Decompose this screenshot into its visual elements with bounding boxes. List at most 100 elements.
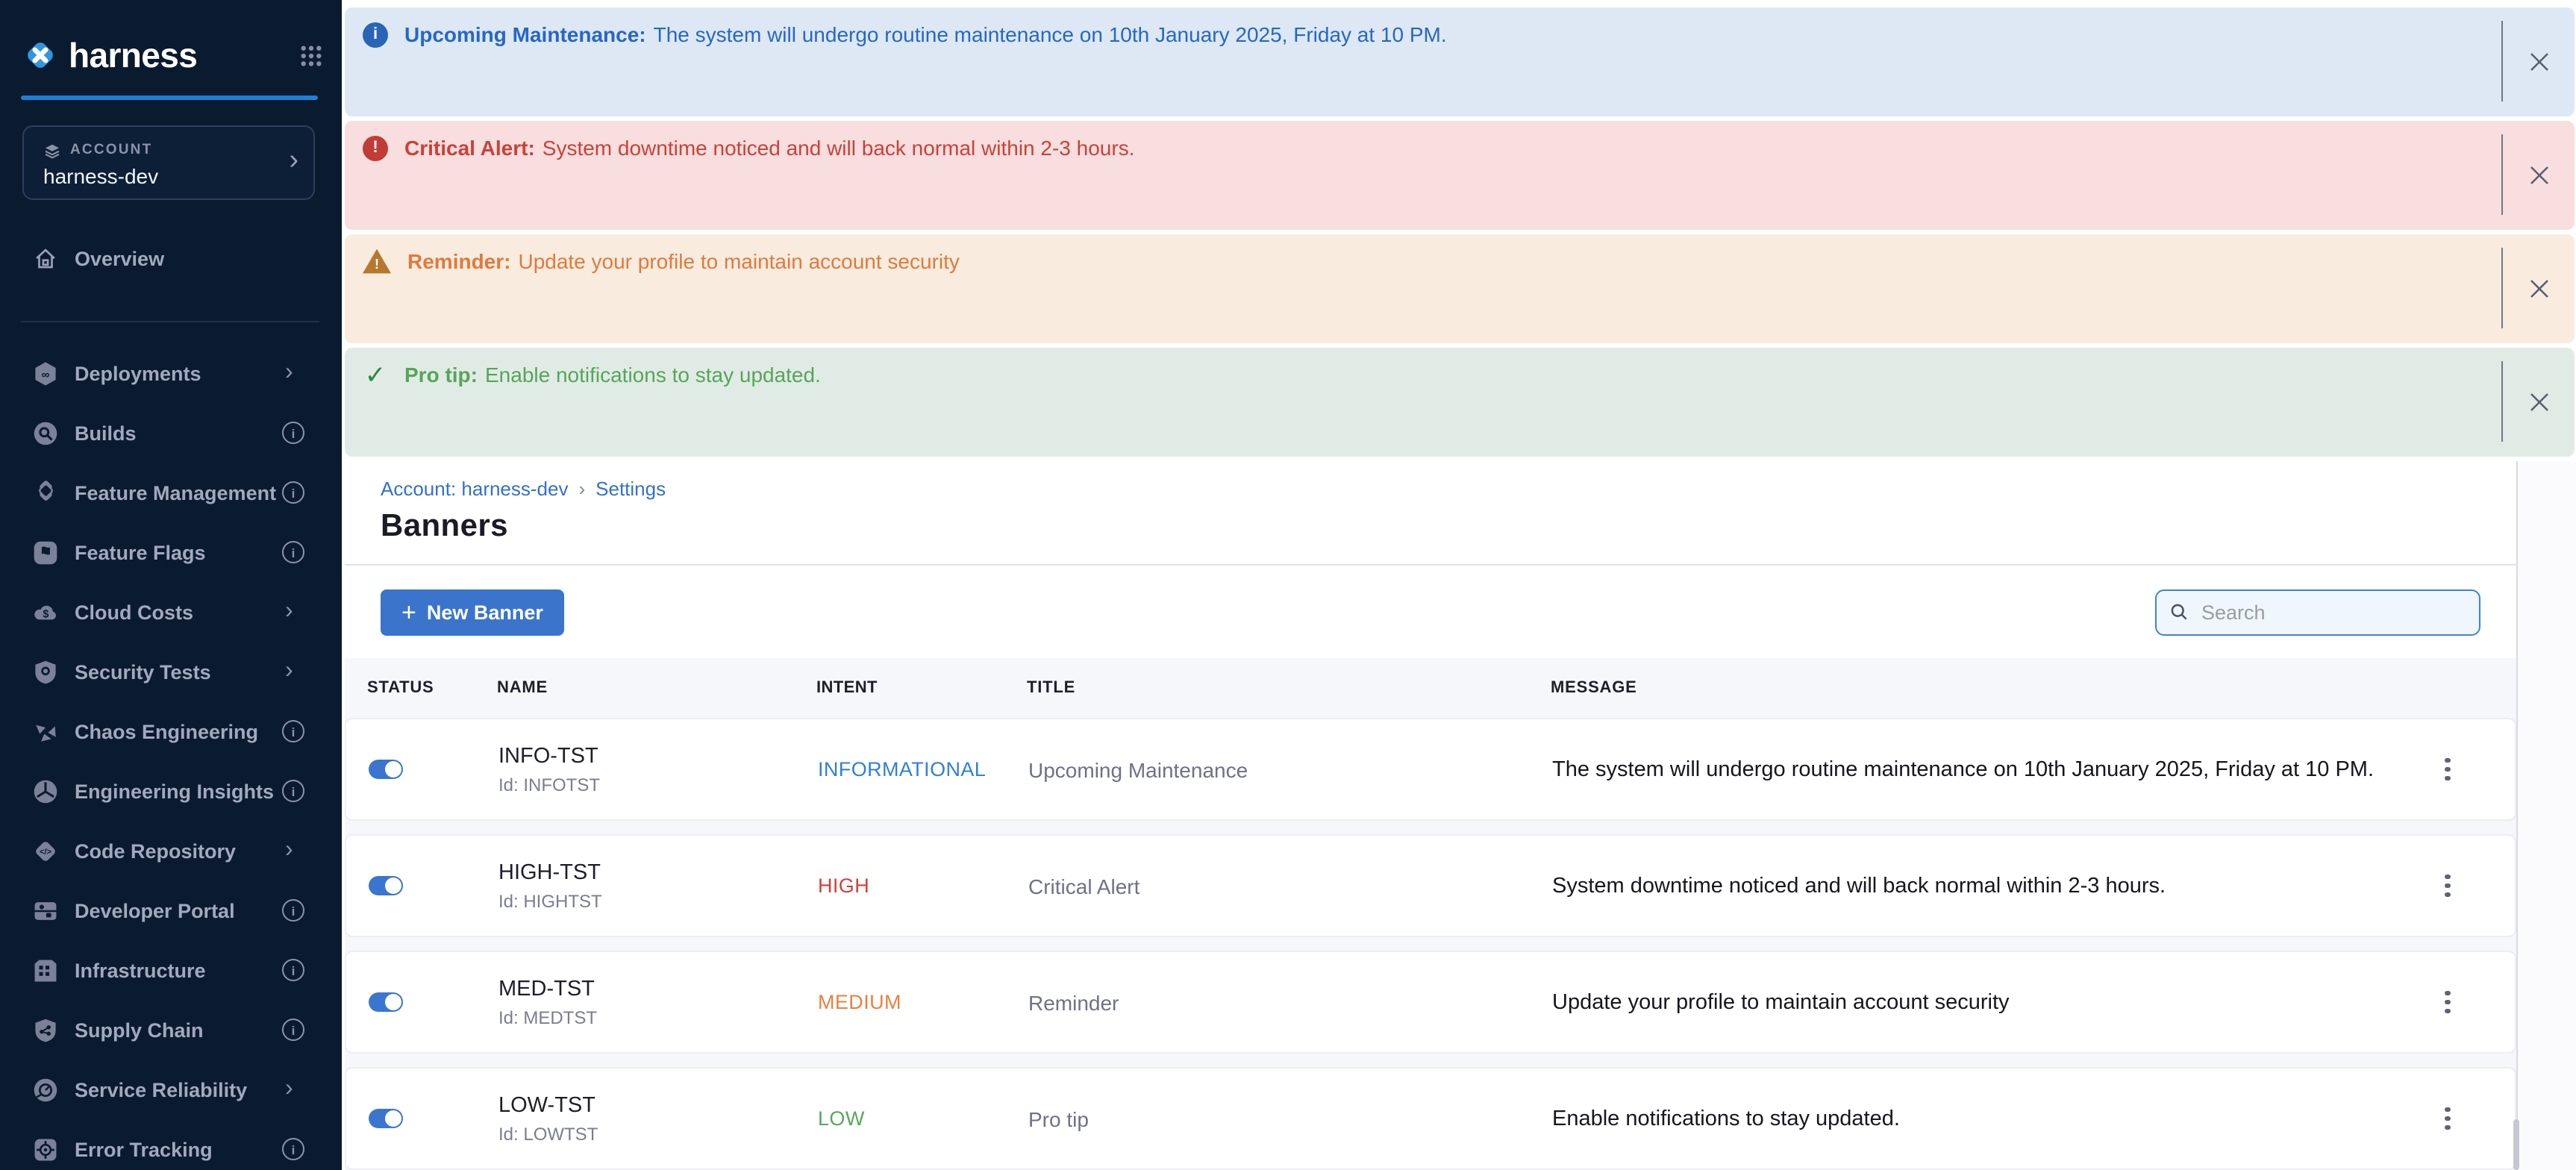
sidebar-item-chaos-engineering[interactable]: Chaos Engineering i (0, 701, 342, 761)
layers-icon (43, 140, 61, 158)
check-icon: ✓ (363, 362, 388, 387)
breadcrumb-account-link[interactable]: Account: harness-dev (381, 478, 568, 500)
alert-banner-success: ✓ Pro tip:Enable notifications to stay u… (345, 348, 2575, 457)
feature-flags-icon (33, 539, 58, 565)
sidebar-item-engineering-insights[interactable]: Engineering Insights i (0, 761, 342, 821)
alert-message: Update your profile to maintain account … (518, 249, 959, 273)
right-gutter (2518, 461, 2576, 1170)
table-row: MED-TST Id: MEDTST MEDIUM Reminder Updat… (345, 951, 2516, 1054)
close-icon[interactable] (2519, 269, 2558, 308)
column-header-status: STATUS (345, 679, 497, 697)
divider (2501, 361, 2503, 442)
info-icon[interactable]: i (282, 899, 304, 922)
banner-id: Id: HIGHTST (498, 889, 818, 913)
sidebar-item-developer-portal[interactable]: Developer Portal i (0, 880, 342, 940)
new-banner-button[interactable]: + New Banner (381, 589, 564, 635)
kebab-menu-icon[interactable] (2439, 869, 2457, 904)
alert-banner-critical: ! Critical Alert: System downtime noticed… (345, 121, 2575, 230)
account-selector[interactable]: ACCOUNT harness-dev › (22, 125, 315, 200)
kebab-menu-icon[interactable] (2439, 985, 2457, 1020)
builds-icon (33, 420, 58, 445)
sidebar-nav: ∞ Deployments › Builds i Feature Managem… (0, 343, 342, 1170)
info-icon[interactable]: i (282, 1138, 304, 1160)
info-icon[interactable]: i (282, 541, 304, 563)
chevron-right-icon: › (285, 1076, 293, 1103)
engineering-insights-icon (33, 778, 58, 804)
divider (2501, 134, 2503, 215)
harness-logo-icon[interactable] (22, 37, 58, 73)
supply-chain-icon (33, 1017, 58, 1042)
feature-management-icon (33, 480, 58, 505)
module-grid-icon[interactable] (300, 44, 322, 66)
info-icon[interactable]: i (282, 481, 304, 504)
banner-title: Reminder (1028, 990, 1552, 1014)
cloud-costs-icon: $ (33, 599, 58, 625)
banners-table: STATUS NAME INTENT TITLE MESSAGE INFO-TS… (345, 658, 2516, 1170)
banner-name: MED-TST (498, 975, 818, 1004)
banner-message: System downtime noticed and will back no… (1552, 874, 2380, 898)
chevron-right-icon: › (285, 837, 293, 864)
page-title: Banners (381, 509, 2516, 545)
svg-text:$: $ (43, 607, 49, 619)
logo-wordmark: harness (69, 35, 197, 75)
account-name: harness-dev (43, 164, 158, 188)
sidebar-item-code-repository[interactable]: </> Code Repository › (0, 821, 342, 880)
sidebar-item-overview[interactable]: Overview (0, 233, 342, 284)
code-repository-icon: </> (33, 838, 58, 863)
sidebar-item-cloud-costs[interactable]: $ Cloud Costs › (0, 582, 342, 642)
banner-message: Enable notifications to stay updated. (1552, 1107, 2380, 1130)
sidebar-item-supply-chain[interactable]: Supply Chain i (0, 1000, 342, 1060)
status-toggle[interactable] (369, 876, 403, 895)
banner-message: The system will undergo routine maintena… (1552, 757, 2380, 781)
scrollbar-thumb[interactable] (2513, 1119, 2519, 1170)
column-header-message: MESSAGE (1551, 679, 2382, 697)
sidebar-item-security-tests[interactable]: Security Tests › (0, 642, 342, 701)
toolbar: + New Banner (345, 566, 2516, 658)
sidebar-item-service-reliability[interactable]: Service Reliability › (0, 1060, 342, 1119)
breadcrumb: Account: harness-dev › Settings (345, 461, 2516, 500)
banner-title: Pro tip (1028, 1107, 1552, 1130)
exclamation-circle-icon: ! (363, 135, 388, 160)
sidebar-item-builds[interactable]: Builds i (0, 403, 342, 463)
new-banner-button-label: New Banner (427, 601, 543, 623)
content-card: Account: harness-dev › Settings Banners … (345, 461, 2518, 1170)
alert-prefix: Upcoming Maintenance: (404, 22, 646, 46)
sidebar-item-label: Overview (75, 247, 164, 269)
info-icon[interactable]: i (282, 720, 304, 742)
banner-id: Id: LOWTST (498, 1121, 818, 1145)
alert-prefix: Reminder: (407, 249, 510, 273)
info-icon[interactable]: i (282, 422, 304, 444)
kebab-menu-icon[interactable] (2439, 1101, 2457, 1136)
info-icon[interactable]: i (282, 1019, 304, 1041)
alert-prefix: Critical Alert: (404, 136, 535, 160)
sidebar-item-infrastructure[interactable]: Infrastructure i (0, 940, 342, 1000)
sidebar-item-deployments[interactable]: ∞ Deployments › (0, 343, 342, 403)
close-icon[interactable] (2519, 383, 2558, 422)
sidebar-item-feature-management[interactable]: Feature Management i (0, 463, 342, 522)
info-icon[interactable]: i (282, 959, 304, 981)
status-toggle[interactable] (369, 760, 403, 779)
search-box (2155, 589, 2480, 635)
alert-banner-info: i Upcoming Maintenance:The system will u… (345, 7, 2575, 116)
breadcrumb-settings-link[interactable]: Settings (595, 478, 666, 500)
svg-text:∞: ∞ (42, 368, 50, 381)
infrastructure-icon (33, 957, 58, 983)
close-icon[interactable] (2519, 156, 2558, 195)
main-area: i Upcoming Maintenance:The system will u… (342, 0, 2576, 1170)
status-toggle[interactable] (369, 992, 403, 1012)
divider (21, 321, 319, 322)
svg-text:</>: </> (40, 847, 51, 856)
close-icon[interactable] (2519, 43, 2558, 81)
divider (2501, 21, 2503, 101)
kebab-menu-icon[interactable] (2439, 752, 2457, 787)
deployments-icon: ∞ (33, 360, 58, 386)
alert-message: System downtime noticed and will back no… (543, 136, 1135, 160)
status-toggle[interactable] (369, 1109, 403, 1128)
intent-label: LOW (818, 1107, 1028, 1130)
search-input[interactable] (2198, 599, 2467, 625)
sidebar-item-error-tracking[interactable]: Error Tracking i (0, 1119, 342, 1170)
sidebar-item-feature-flags[interactable]: Feature Flags i (0, 522, 342, 582)
info-icon[interactable]: i (282, 780, 304, 802)
column-header-name: NAME (497, 679, 816, 697)
security-tests-icon (33, 659, 58, 684)
